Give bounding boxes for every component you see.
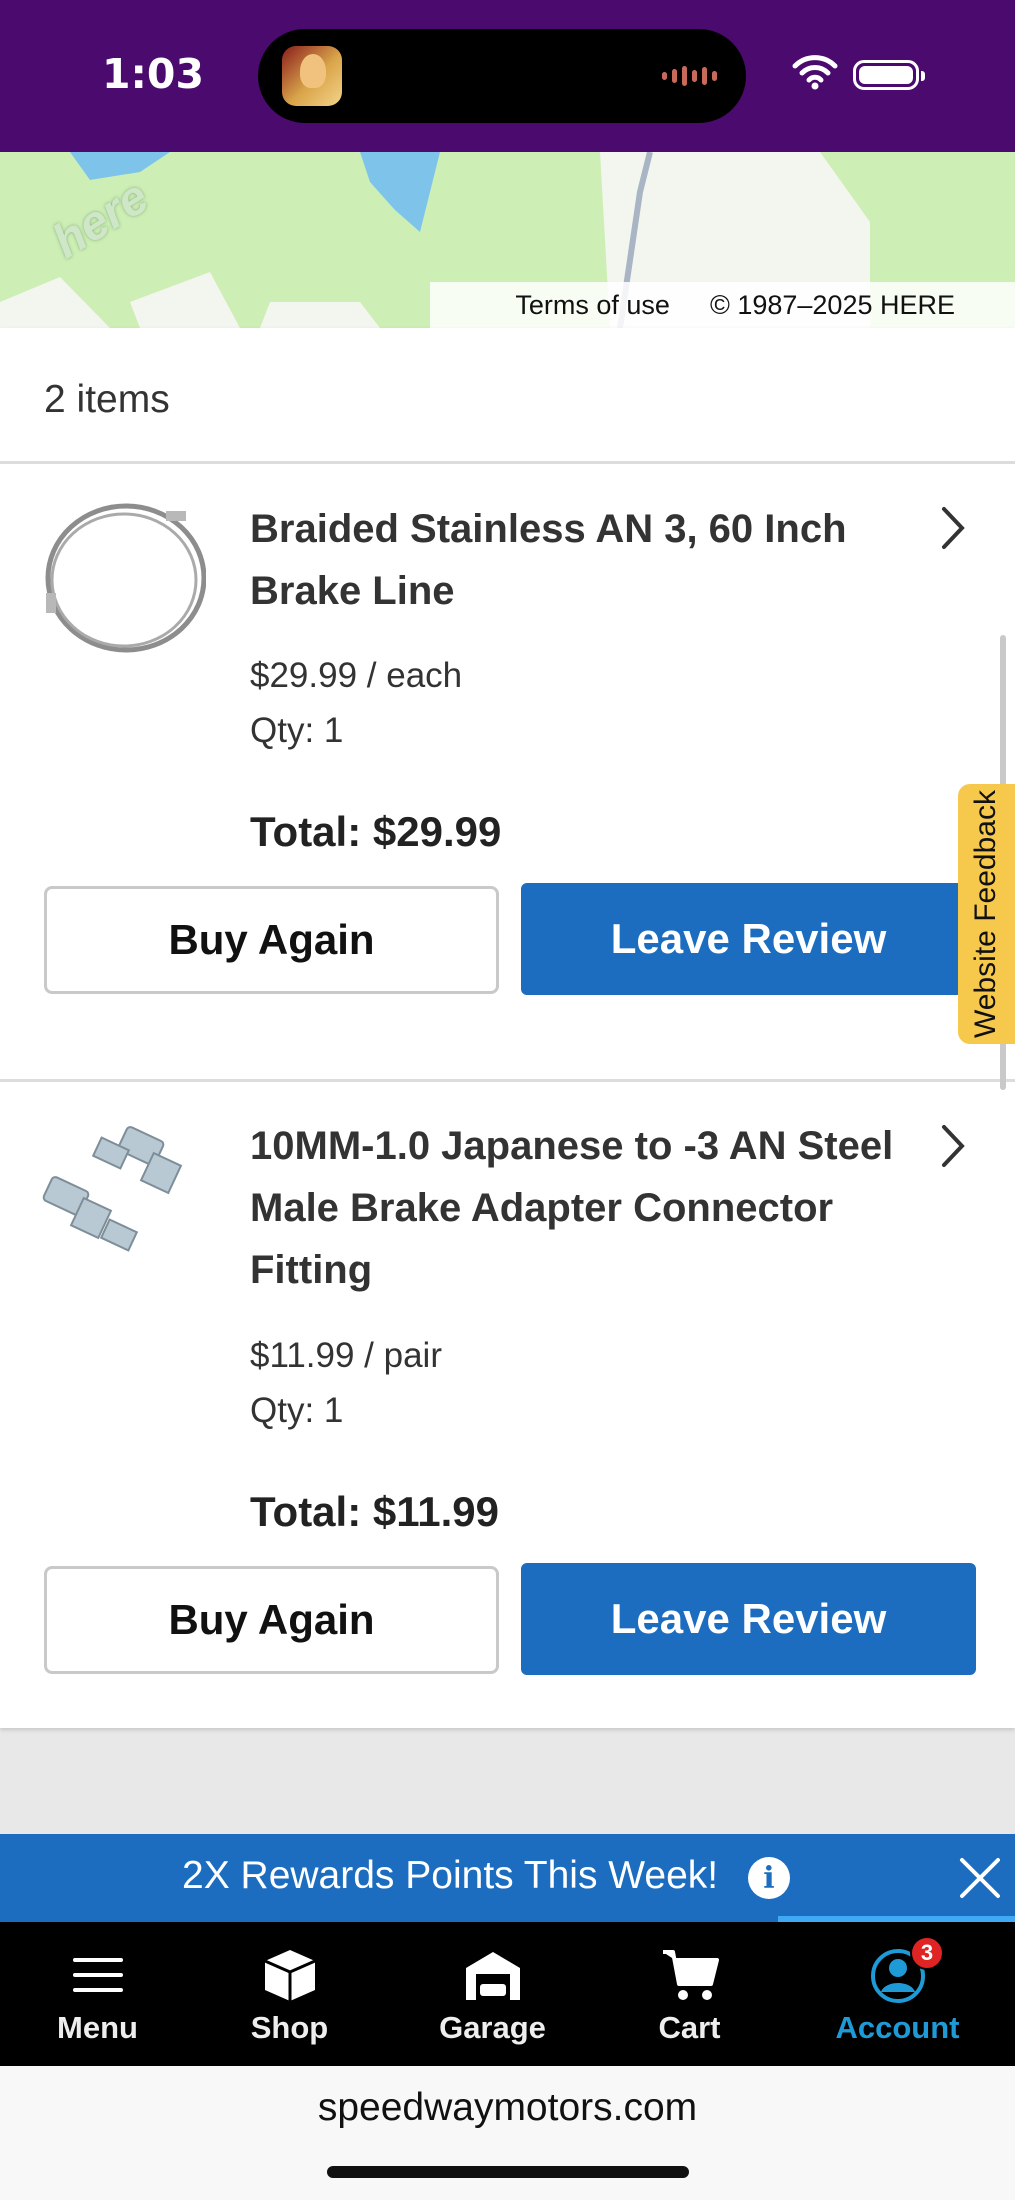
battery-icon xyxy=(853,60,925,90)
leave-review-button[interactable]: Leave Review xyxy=(521,883,976,995)
divider xyxy=(0,461,1015,464)
menu-icon xyxy=(72,1958,123,1992)
map-view[interactable]: here Terms of use © 1987–2025 HERE xyxy=(0,152,1015,328)
nav-menu[interactable]: Menu xyxy=(40,1922,155,2066)
status-bar: 1:03 xyxy=(0,0,1015,152)
product-thumbnail-brake-adapter[interactable] xyxy=(36,1113,206,1283)
nav-cart[interactable]: Cart xyxy=(632,1922,747,2066)
item-title[interactable]: Braided Stainless AN 3, 60 Inch Brake Li… xyxy=(250,498,930,622)
chevron-right-icon[interactable] xyxy=(936,503,970,553)
item-total: Total: $29.99 xyxy=(250,808,502,855)
nav-garage[interactable]: Garage xyxy=(425,1922,560,2066)
terms-of-use-link[interactable]: Terms of use xyxy=(515,290,670,321)
order-items-card: 2 items Braided Stainless AN 3, 60 Inch … xyxy=(0,328,1015,1728)
close-icon[interactable] xyxy=(958,1856,1002,1900)
account-notification-badge: 3 xyxy=(910,1936,944,1970)
map-copyright: © 1987–2025 HERE xyxy=(709,289,955,320)
nav-label: Account xyxy=(835,2010,960,2045)
item-quantity: Qty: 1 xyxy=(250,1391,344,1430)
buy-again-button[interactable]: Buy Again xyxy=(44,1566,499,1674)
nav-label: Menu xyxy=(57,2010,138,2045)
browser-url-bar[interactable]: speedwaymotors.com xyxy=(0,2066,1015,2200)
item-title-line: Male Brake Adapter Connector xyxy=(250,1186,834,1230)
bottom-nav: Menu Shop Garage Cart 3 Account xyxy=(0,1922,1015,2066)
map-attribution: Terms of use © 1987–2025 HERE xyxy=(430,282,1015,328)
cart-icon xyxy=(662,1950,719,2000)
audio-waveform-icon xyxy=(662,65,722,87)
item-title-line: Brake Line xyxy=(250,569,455,613)
nav-shop[interactable]: Shop xyxy=(232,1922,347,2066)
rewards-banner-text: 2X Rewards Points This Week! xyxy=(182,1854,719,1897)
wifi-icon xyxy=(792,55,838,90)
item-title-line: Fitting xyxy=(250,1248,373,1292)
product-thumbnail-brake-line[interactable] xyxy=(36,493,206,663)
item-price: $11.99 / pair xyxy=(250,1336,442,1375)
item-title-line: Braided Stainless AN 3, 60 Inch xyxy=(250,507,847,551)
home-indicator[interactable] xyxy=(327,2166,689,2178)
box-icon xyxy=(263,1950,316,2001)
dynamic-island[interactable] xyxy=(258,29,746,123)
leave-review-button[interactable]: Leave Review xyxy=(521,1563,976,1675)
nav-label: Cart xyxy=(658,2010,721,2045)
item-total: Total: $11.99 xyxy=(250,1488,500,1535)
items-count: 2 items xyxy=(44,378,170,421)
item-title-line: 10MM-1.0 Japanese to -3 AN Steel xyxy=(250,1124,894,1168)
nav-account[interactable]: 3 Account xyxy=(830,1922,965,2066)
garage-icon xyxy=(465,1952,520,2000)
nav-label: Garage xyxy=(439,2010,546,2045)
url-text[interactable]: speedwaymotors.com xyxy=(0,2086,1015,2130)
now-playing-artwork xyxy=(282,46,342,106)
nav-label: Shop xyxy=(250,2010,329,2045)
chevron-right-icon[interactable] xyxy=(936,1121,970,1171)
clock: 1:03 xyxy=(102,50,204,98)
item-title[interactable]: 10MM-1.0 Japanese to -3 AN Steel Male Br… xyxy=(250,1115,930,1301)
buy-again-button[interactable]: Buy Again xyxy=(44,886,499,994)
divider xyxy=(0,1079,1015,1082)
item-price: $29.99 / each xyxy=(250,656,463,695)
item-quantity: Qty: 1 xyxy=(250,711,344,750)
info-icon[interactable]: i xyxy=(748,1857,790,1899)
website-feedback-label[interactable]: Website Feedback xyxy=(969,790,1003,1038)
rewards-banner[interactable]: 2X Rewards Points This Week! i xyxy=(0,1834,1015,1922)
